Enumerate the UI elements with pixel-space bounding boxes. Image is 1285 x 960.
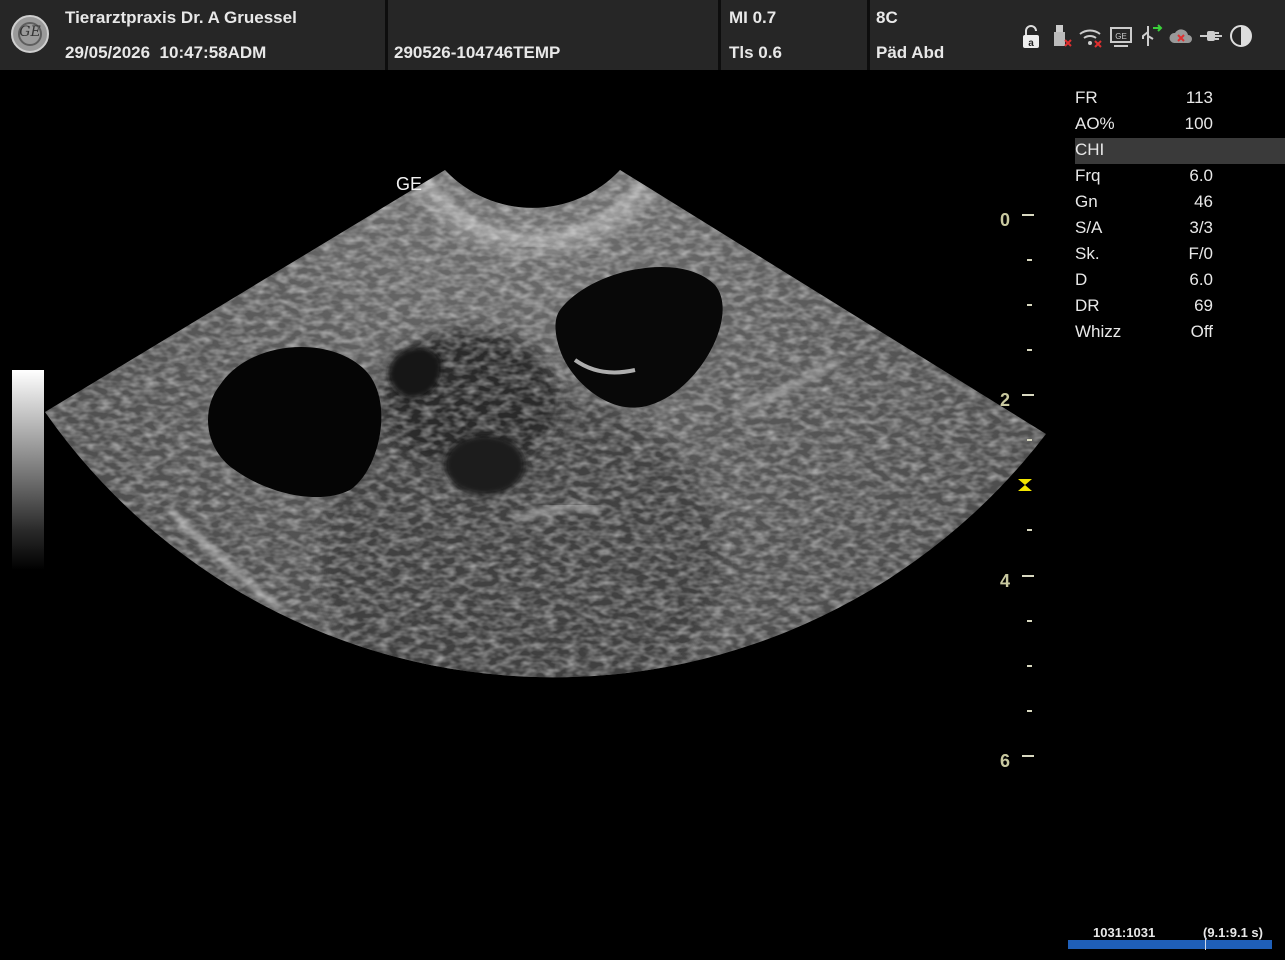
exam-time: 10:47:58 — [159, 43, 228, 62]
focus-marker-icon[interactable] — [1016, 478, 1034, 492]
ultrasound-image[interactable] — [0, 70, 1060, 790]
depth-major-tick — [1022, 575, 1034, 577]
orientation-marker: GE — [396, 174, 423, 194]
network-icon: GE — [1110, 27, 1132, 47]
cine-scrollbar[interactable] — [1068, 940, 1272, 949]
depth-minor-tick — [1027, 349, 1032, 351]
ge-logo: GE — [11, 15, 49, 53]
param-row-whizz[interactable]: Whizz Off — [1075, 320, 1285, 346]
header-bar: GE Tierarztpraxis Dr. A Gruessel 29/05/2… — [0, 0, 1285, 70]
svg-text:a: a — [1028, 38, 1034, 49]
param-row-sa[interactable]: S/A 3/3 — [1075, 216, 1285, 242]
param-row-gn[interactable]: Gn 46 — [1075, 190, 1285, 216]
param-key: Frq — [1075, 166, 1101, 185]
depth-label: 4 — [999, 571, 1010, 591]
param-row-chi[interactable]: CHI — [1075, 138, 1285, 164]
depth-minor-tick — [1027, 665, 1032, 667]
depth-label: 6 — [999, 751, 1010, 771]
cine-duration: (9.1:9.1 s) — [1203, 925, 1263, 940]
depth-minor-tick — [1027, 620, 1032, 622]
depth-minor-tick — [1027, 529, 1032, 531]
depth-minor-tick — [1027, 710, 1032, 712]
param-value: F/0 — [1188, 244, 1213, 263]
depth-major-tick — [1022, 755, 1034, 757]
param-value: 6.0 — [1189, 270, 1213, 289]
clinic-name: Tierarztpraxis Dr. A Gruessel — [65, 8, 297, 27]
cine-position-marker[interactable] — [1205, 936, 1206, 950]
param-key: AO% — [1075, 114, 1115, 133]
probe-name[interactable]: 8C — [876, 8, 898, 28]
depth-major-tick — [1022, 214, 1034, 216]
param-value: 46 — [1194, 192, 1213, 211]
thermal-index: Tls 0.6 — [729, 43, 782, 62]
param-key: Gn — [1075, 192, 1098, 211]
brightness-contrast-icon[interactable] — [1228, 22, 1254, 50]
param-row-frq[interactable]: Frq 6.0 — [1075, 164, 1285, 190]
param-row-ao[interactable]: AO% 100 — [1075, 112, 1285, 138]
param-key: FR — [1075, 88, 1098, 107]
depth-minor-tick — [1027, 304, 1032, 306]
param-key: Whizz — [1075, 322, 1122, 341]
param-value: 69 — [1194, 296, 1213, 315]
depth-label: 2 — [999, 390, 1010, 410]
power-plug-icon — [1200, 31, 1222, 41]
param-value: 6.0 — [1189, 166, 1213, 185]
param-key: S/A — [1075, 218, 1103, 237]
param-value: Off — [1190, 322, 1213, 341]
depth-minor-tick — [1027, 259, 1032, 261]
patient-id[interactable]: 290526-104746TEMP — [394, 43, 560, 63]
usb-transfer-icon — [1142, 24, 1163, 46]
depth-major-tick — [1022, 394, 1034, 396]
mechanical-index: MI 0.7 — [729, 8, 777, 27]
param-row-fr[interactable]: FR 113 — [1075, 86, 1285, 112]
wifi-disconnected-icon — [1079, 29, 1102, 48]
svg-text:GE: GE — [1115, 32, 1127, 41]
param-row-dr[interactable]: DR 69 — [1075, 294, 1285, 320]
usb-disconnected-icon — [1054, 25, 1072, 47]
param-value: 3/3 — [1189, 218, 1213, 237]
param-value: 113 — [1185, 88, 1213, 107]
sector-scan — [45, 170, 1046, 678]
exam-date: 29/05/2026 — [65, 43, 151, 62]
param-row-sk[interactable]: Sk. F/0 — [1075, 242, 1285, 268]
param-value: 100 — [1184, 114, 1213, 133]
cine-frame-counter: 1031:1031 — [1093, 925, 1156, 940]
operator: ADM — [227, 43, 267, 62]
param-key: Sk. — [1075, 244, 1100, 263]
parameter-panel: FR 113 AO% 100 CHI Frq 6.0 Gn 46 S/A 3/3 Sk. F… — [1075, 86, 1285, 346]
param-row-d[interactable]: D 6.0 — [1075, 268, 1285, 294]
param-key: DR — [1075, 296, 1100, 315]
grayscale-bar — [12, 370, 44, 570]
depth-label: 0 — [999, 210, 1010, 230]
cloud-disconnected-icon — [1169, 29, 1192, 43]
depth-minor-tick — [1027, 439, 1032, 441]
exam-datetime: 29/05/2026 10:47:58ADM — [65, 43, 266, 63]
param-key: D — [1075, 270, 1088, 289]
exam-preset[interactable]: Päd Abd — [876, 43, 944, 63]
lock-icon[interactable]: a — [1018, 22, 1044, 50]
param-key: CHI — [1075, 140, 1105, 159]
